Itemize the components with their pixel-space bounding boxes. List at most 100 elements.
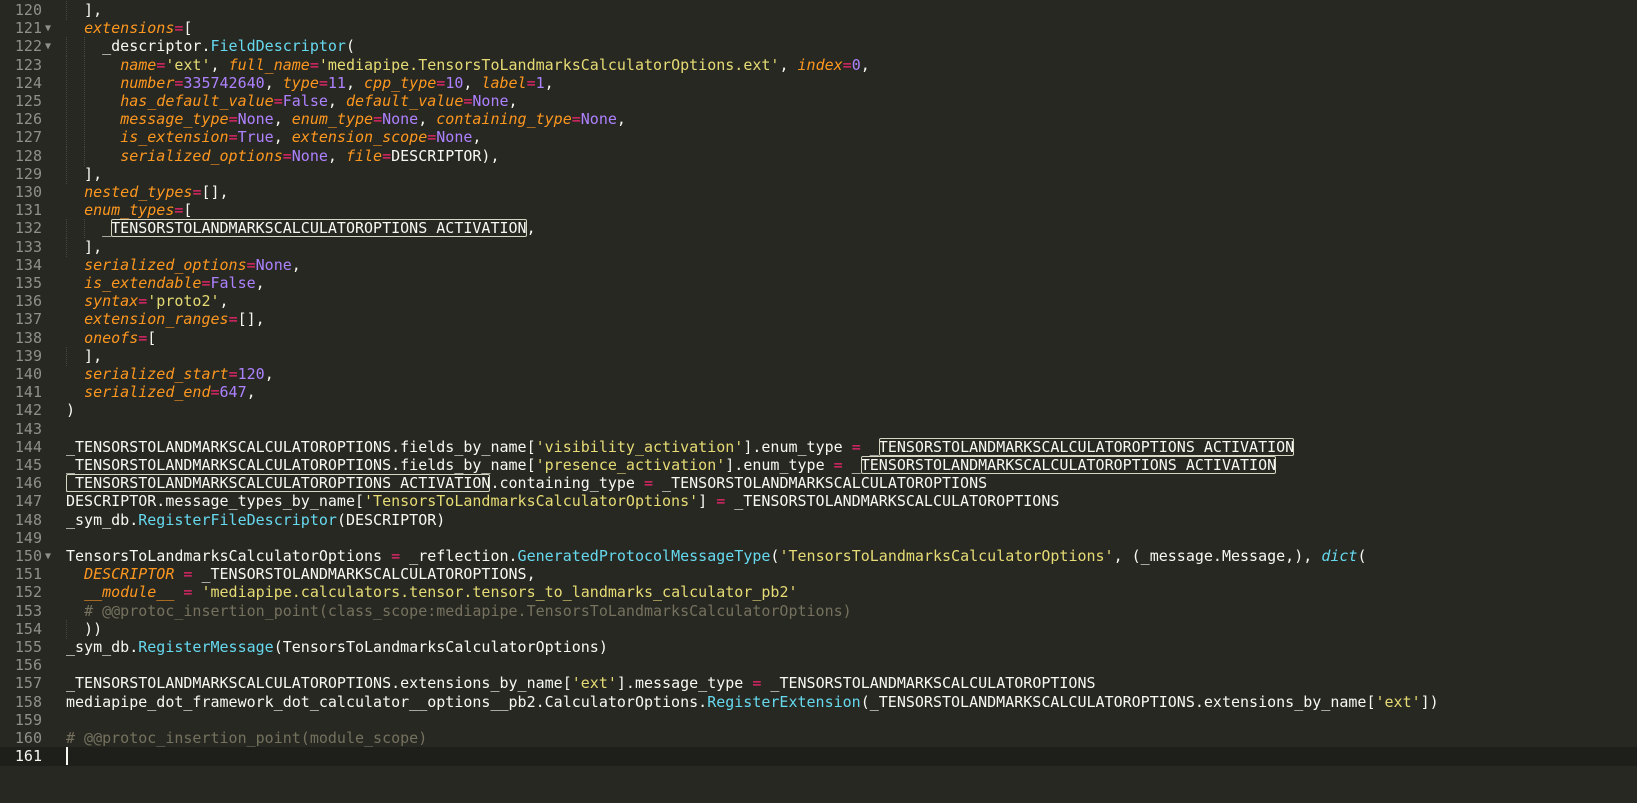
code-token: 10 [445,73,464,92]
code-text[interactable]: extensions=[ [66,19,192,38]
code-line[interactable]: 159 [0,711,1637,730]
code-token: type [282,73,319,92]
code-text[interactable]: DESCRIPTOR.message_types_by_name['Tensor… [66,492,1059,511]
code-text[interactable]: _TENSORSTOLANDMARKSCALCULATOROPTIONS.fie… [66,437,1295,457]
code-token: = [318,73,328,92]
code-text[interactable]: _TENSORSTOLANDMARKSCALCULATOROPTIONS_ACT… [66,219,536,238]
code-text[interactable]: is_extendable=False, [66,274,265,293]
code-text[interactable]: # @@protoc_insertion_point(class_scope:m… [66,602,852,621]
code-text[interactable]: )) [66,620,102,639]
code-line[interactable]: 136 syntax='proto2', [0,292,1637,311]
code-token: is_extension [120,128,229,147]
code-line[interactable]: 137 extension_ranges=[], [0,310,1637,329]
code-token: 335742640 [183,73,265,92]
code-text[interactable]: ], [66,238,102,257]
code-text[interactable] [66,747,68,766]
code-line[interactable]: 127 is_extension=True, extension_scope=N… [0,128,1637,148]
code-line[interactable]: 151 DESCRIPTOR = _TENSORSTOLANDMARKSCALC… [0,565,1637,584]
code-line[interactable]: 123 name='ext', full_name='mediapipe.Ten… [0,55,1637,75]
code-text[interactable]: message_type=None, enum_type=None, conta… [66,110,626,129]
code-line[interactable]: 131 enum_types=[ [0,201,1637,220]
code-text[interactable]: oneofs=[ [66,329,156,348]
code-text[interactable]: _sym_db.RegisterMessage(TensorsToLandmar… [66,638,608,657]
code-text[interactable]: ], [66,1,102,20]
code-line[interactable]: 147 DESCRIPTOR.message_types_by_name['Ten… [0,492,1637,511]
code-line[interactable]: 143 [0,420,1637,439]
code-text[interactable]: _TENSORSTOLANDMARKSCALCULATOROPTIONS_ACT… [66,474,987,493]
code-line[interactable]: 141 serialized_end=647, [0,383,1637,402]
code-line[interactable]: 152 __module__ = 'mediapipe.calculators.… [0,583,1637,602]
code-line[interactable]: 154 )) [0,619,1637,639]
code-text[interactable]: has_default_value=False, default_value=N… [66,92,517,111]
code-line[interactable]: 122 ▼ _descriptor.FieldDescriptor( [0,37,1637,57]
code-token: , [291,255,301,274]
code-token: (TensorsToLandmarksCalculatorOptions) [273,638,608,656]
line-number: 123 [14,55,42,74]
code-token: is_extendable [84,274,202,292]
code-line[interactable]: 138 oneofs=[ [0,329,1637,348]
code-text[interactable]: syntax='proto2', [66,292,229,311]
code-line[interactable]: 148 _sym_db.RegisterFileDescriptor(DESCRI… [0,511,1637,530]
code-line[interactable]: 128 serialized_options=None, file=DESCRI… [0,146,1637,166]
code-text[interactable]: _descriptor.FieldDescriptor( [66,37,355,56]
code-editor[interactable]: 120 ], 121 ▼ extensions=[122 ▼ _descriptor.… [0,0,1637,803]
code-text[interactable]: _TENSORSTOLANDMARKSCALCULATOROPTIONS.fie… [66,456,1277,475]
code-line[interactable]: 161 [0,747,1637,767]
code-token: DESCRIPTOR [84,565,175,584]
line-number: 148 [14,510,42,529]
code-text[interactable]: ) [66,401,75,420]
code-text[interactable]: DESCRIPTOR = _TENSORSTOLANDMARKSCALCULAT… [66,565,536,584]
code-text[interactable]: ], [66,165,102,184]
code-line[interactable]: 124 number=335742640, type=11, cpp_type=… [0,73,1637,93]
code-line[interactable]: 145 _TENSORSTOLANDMARKSCALCULATOROPTIONS.… [0,456,1637,475]
code-text[interactable]: number=335742640, type=11, cpp_type=10, … [66,74,554,93]
code-line[interactable]: 146 _TENSORSTOLANDMARKSCALCULATOROPTIONS_… [0,474,1637,493]
code-text[interactable]: enum_types=[ [66,201,192,220]
code-line[interactable]: 132 _TENSORSTOLANDMARKSCALCULATOROPTIONS… [0,219,1637,239]
fold-arrow-icon[interactable]: ▼ [45,19,57,38]
code-text[interactable]: serialized_options=None, file=DESCRIPTOR… [66,147,499,166]
code-text[interactable]: nested_types=[], [66,183,229,202]
fold-arrow-icon[interactable]: ▼ [45,37,57,56]
code-text[interactable]: TensorsToLandmarksCalculatorOptions = _r… [66,547,1366,566]
code-line[interactable]: 156 [0,656,1637,675]
code-line[interactable]: 142) [0,401,1637,420]
code-line[interactable]: 157 _TENSORSTOLANDMARKSCALCULATOROPTIONS.… [0,674,1637,693]
code-text[interactable]: ], [66,347,102,366]
code-line[interactable]: 120 ], [0,1,1637,20]
code-text[interactable]: mediapipe_dot_framework_dot_calculator__… [66,693,1439,712]
code-text[interactable]: __module__ = 'mediapipe.calculators.tens… [66,583,797,602]
code-line[interactable]: 139 ], [0,346,1637,366]
code-line[interactable]: 129 ], [0,164,1637,184]
code-text[interactable]: name='ext', full_name='mediapipe.Tensors… [66,56,870,75]
code-line[interactable]: 135 is_extendable=False, [0,274,1637,293]
code-text[interactable]: # @@protoc_insertion_point(module_scope) [66,729,427,748]
highlighted-match: TENSORSTOLANDMARKSCALCULATOROPTIONS_ACTI… [878,437,1295,456]
fold-arrow-icon[interactable]: ▼ [45,547,57,566]
code-text[interactable]: serialized_options=None, [66,256,301,275]
code-text[interactable]: extension_ranges=[], [66,310,265,329]
code-line[interactable]: 125 has_default_value=False, default_val… [0,92,1637,111]
code-text[interactable]: serialized_start=120, [66,365,274,384]
code-line[interactable]: 121 ▼ extensions=[ [0,19,1637,38]
code-text[interactable]: serialized_end=647, [66,383,256,402]
code-text[interactable]: is_extension=True, extension_scope=None, [66,128,481,147]
code-line[interactable]: 158 mediapipe_dot_framework_dot_calculato… [0,693,1637,712]
code-line[interactable]: 144 _TENSORSTOLANDMARKSCALCULATOROPTIONS.… [0,437,1637,457]
code-line[interactable]: 134 serialized_options=None, [0,256,1637,275]
code-line[interactable]: 149 [0,529,1637,548]
line-number: 124 [14,73,42,92]
code-line[interactable]: 126 message_type=None, enum_type=None, c… [0,110,1637,130]
code-text[interactable]: _TENSORSTOLANDMARKSCALCULATOROPTIONS.ext… [66,674,1096,693]
code-token: serialized_end [84,383,211,402]
code-line[interactable]: 155 _sym_db.RegisterMessage(TensorsToLand… [0,638,1637,657]
code-line[interactable]: 130 nested_types=[], [0,183,1637,202]
code-line[interactable]: 153 # @@protoc_insertion_point(class_sco… [0,602,1637,621]
code-line[interactable]: 150 ▼ TensorsToLandmarksCalculatorOptions … [0,547,1637,566]
code-line[interactable]: 160 # @@protoc_insertion_point(module_sco… [0,729,1637,748]
code-line[interactable]: 133 ], [0,237,1637,257]
line-number: 142 [14,401,42,420]
code-text[interactable]: _sym_db.RegisterFileDescriptor(DESCRIPTO… [66,511,445,530]
code-line[interactable]: 140 serialized_start=120, [0,365,1637,384]
line-number: 144 [14,437,42,456]
